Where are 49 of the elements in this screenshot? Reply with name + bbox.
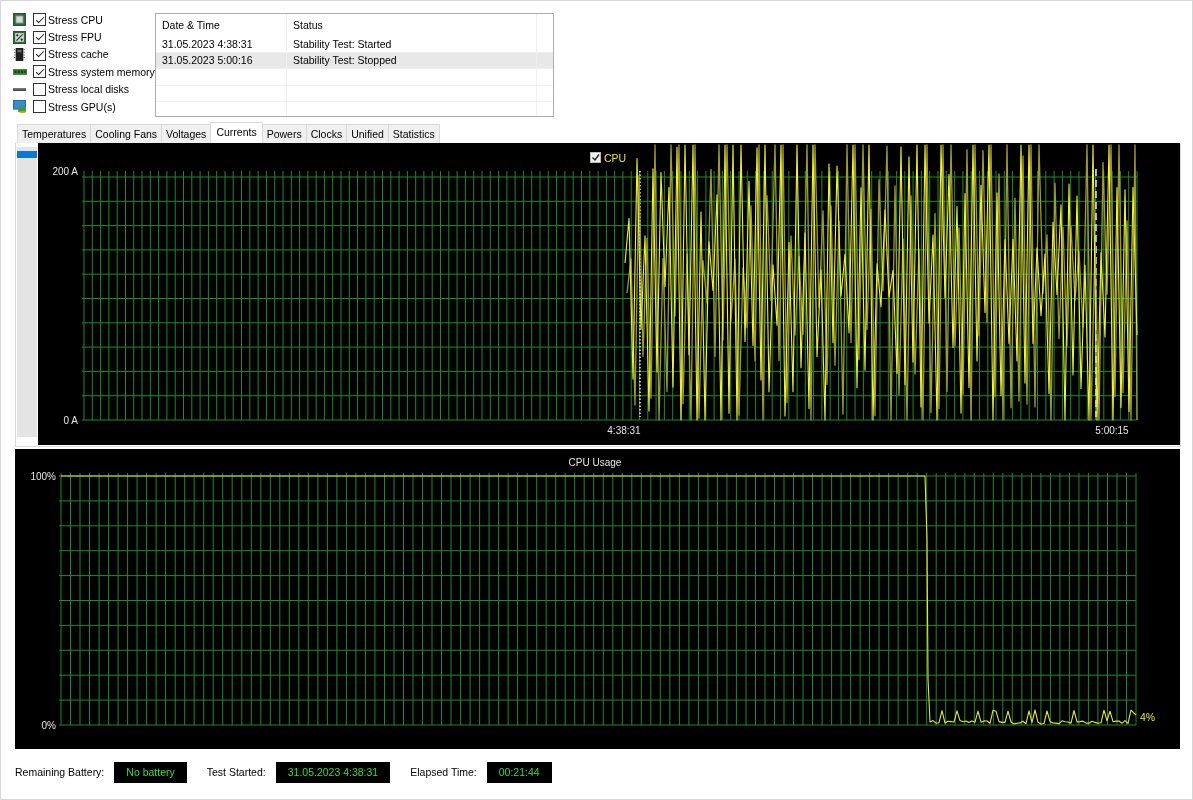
status-label: Elapsed Time: [410,766,477,778]
legend-label[interactable]: CPU [604,151,627,164]
tab[interactable]: Unified [346,124,388,143]
log-row[interactable]: 31.05.2023 4:38:31 Stability Test: Started [156,36,553,53]
chip-pins-icon [14,47,25,61]
status-value: 00:21:44 [486,761,552,783]
checkbox-label[interactable]: Stress cache [48,48,109,61]
table-cell: Stability Test: Stopped [287,52,537,68]
status-value: No battery [114,761,187,783]
percent-chip-icon [13,30,26,44]
status-label: Remaining Battery: [15,766,105,778]
legend-checkbox[interactable] [590,152,601,163]
column-header[interactable]: Status [287,14,537,36]
checkbox[interactable] [33,47,46,61]
tab[interactable]: Clocks [305,124,347,143]
checkbox[interactable] [33,13,46,27]
checkbox-label[interactable]: Stress GPU(s) [48,100,116,113]
tab[interactable]: Cooling Fans [90,124,162,143]
checkbox-label[interactable]: Stress system memory [48,65,155,78]
column-header[interactable]: Date & Time [156,14,287,36]
time-label: 5:00:15 [1095,425,1129,436]
checkbox[interactable] [33,100,46,114]
axis-label: 0 A [63,415,78,426]
status-label: Test Started: [206,766,266,778]
monitor-icon [13,100,26,114]
current-reading: 4% [1140,711,1156,723]
chart-title: CPU Usage [568,457,622,468]
status-value: 31.05.2023 4:38:31 [275,761,391,783]
table-cell: 31.05.2023 4:38:31 [156,36,287,52]
axis-label: 200 A [52,166,78,177]
checkbox[interactable] [33,65,46,79]
tab[interactable]: Temperatures [17,124,91,143]
memory-module-icon [12,68,27,76]
tab[interactable]: Statistics [387,124,440,143]
checkbox-label[interactable]: Stress CPU [48,13,103,26]
time-label: 4:38:31 [607,425,641,436]
checkbox[interactable] [33,82,46,96]
axis-label: 0% [41,720,56,731]
tab[interactable]: Voltages [161,124,211,143]
table-cell: 31.05.2023 5:00:16 [156,52,287,68]
tab[interactable]: Powers [262,124,306,143]
drive-icon [13,87,26,91]
tab[interactable]: Currents [210,122,263,143]
table-cell: Stability Test: Started [287,36,537,52]
checkbox-label[interactable]: Stress FPU [48,31,102,44]
checkbox-label[interactable]: Stress local disks [48,83,130,96]
chip-icon [13,13,26,27]
axis-label: 100% [30,471,56,482]
checkbox[interactable] [33,30,46,44]
